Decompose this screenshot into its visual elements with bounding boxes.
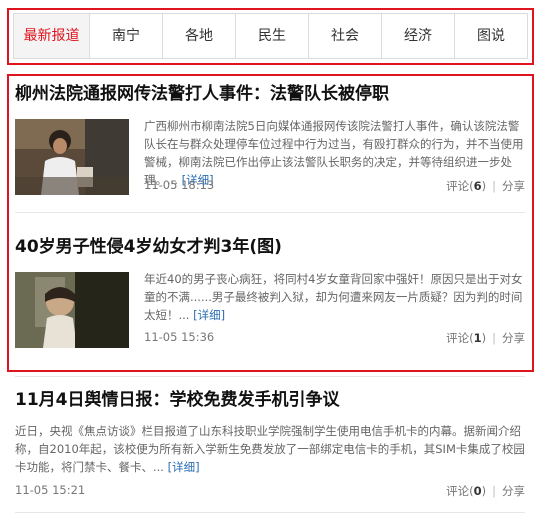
article-summary: 年近40的男子丧心病狂，将同村4岁女童背回家中强奸！原因只是出于对女童的不满..…: [144, 270, 525, 324]
comment-count: 1: [473, 331, 482, 345]
article-summary: 近日，央视《焦点访谈》栏目报道了山东科技职业学院强制学生使用电信手机卡的内幕。据…: [15, 422, 525, 476]
comment-link[interactable]: 评论(0): [446, 484, 486, 498]
category-tabs: 最新报道 南宁 各地 民生 社会 经济 图说: [13, 13, 528, 59]
article-title-link[interactable]: 柳州法院通报网传法警打人事件：法警队长被停职: [15, 82, 525, 106]
article-actions: 评论(1) | 分享: [446, 331, 525, 345]
divider: [15, 376, 525, 377]
article-time: 11-05 15:21: [15, 483, 86, 497]
tab-photos[interactable]: 图说: [454, 14, 527, 58]
tab-nanning[interactable]: 南宁: [89, 14, 162, 58]
article-thumbnail[interactable]: [15, 272, 129, 348]
summary-text: 近日，央视《焦点访谈》栏目报道了山东科技职业学院强制学生使用电信手机卡的内幕。据…: [15, 424, 525, 474]
article-thumbnail[interactable]: [15, 119, 129, 195]
comment-count: 0: [473, 484, 482, 498]
share-link[interactable]: 分享: [502, 179, 525, 193]
share-link[interactable]: 分享: [502, 484, 525, 498]
tab-economy[interactable]: 经济: [381, 14, 454, 58]
comment-link[interactable]: 评论(1): [446, 331, 486, 345]
divider: [15, 212, 525, 213]
article-title-link[interactable]: 11月4日舆情日报：学校免费发手机引争议: [15, 388, 525, 412]
share-link[interactable]: 分享: [502, 331, 525, 345]
detail-link[interactable]: [详细]: [193, 308, 225, 322]
news-item: 40岁男子性侵4岁幼女才判3年(图) 年近40的男子丧心病狂，将同村4岁女童背回…: [15, 235, 525, 355]
news-item: 11月4日舆情日报：学校免费发手机引争议 近日，央视《焦点访谈》栏目报道了山东科…: [15, 388, 525, 508]
article-time: 11-05 15:36: [144, 330, 215, 344]
tab-society[interactable]: 社会: [308, 14, 381, 58]
article-title-link[interactable]: 40岁男子性侵4岁幼女才判3年(图): [15, 235, 525, 259]
tab-livelihood[interactable]: 民生: [235, 14, 308, 58]
comment-count: 6: [473, 179, 482, 193]
comment-link[interactable]: 评论(6): [446, 179, 486, 193]
article-time: 11-05 18:13: [144, 178, 215, 192]
tab-latest[interactable]: 最新报道: [14, 14, 89, 58]
divider: [15, 512, 525, 513]
news-photo-image: [15, 119, 129, 195]
article-actions: 评论(6) | 分享: [446, 179, 525, 193]
detail-link[interactable]: [详细]: [168, 460, 200, 474]
news-photo-image: [15, 272, 129, 348]
article-actions: 评论(0) | 分享: [446, 484, 525, 498]
news-item: 柳州法院通报网传法警打人事件：法警队长被停职 广西柳州市柳南法院5日向媒体通报网…: [15, 82, 525, 202]
tab-regions[interactable]: 各地: [162, 14, 235, 58]
